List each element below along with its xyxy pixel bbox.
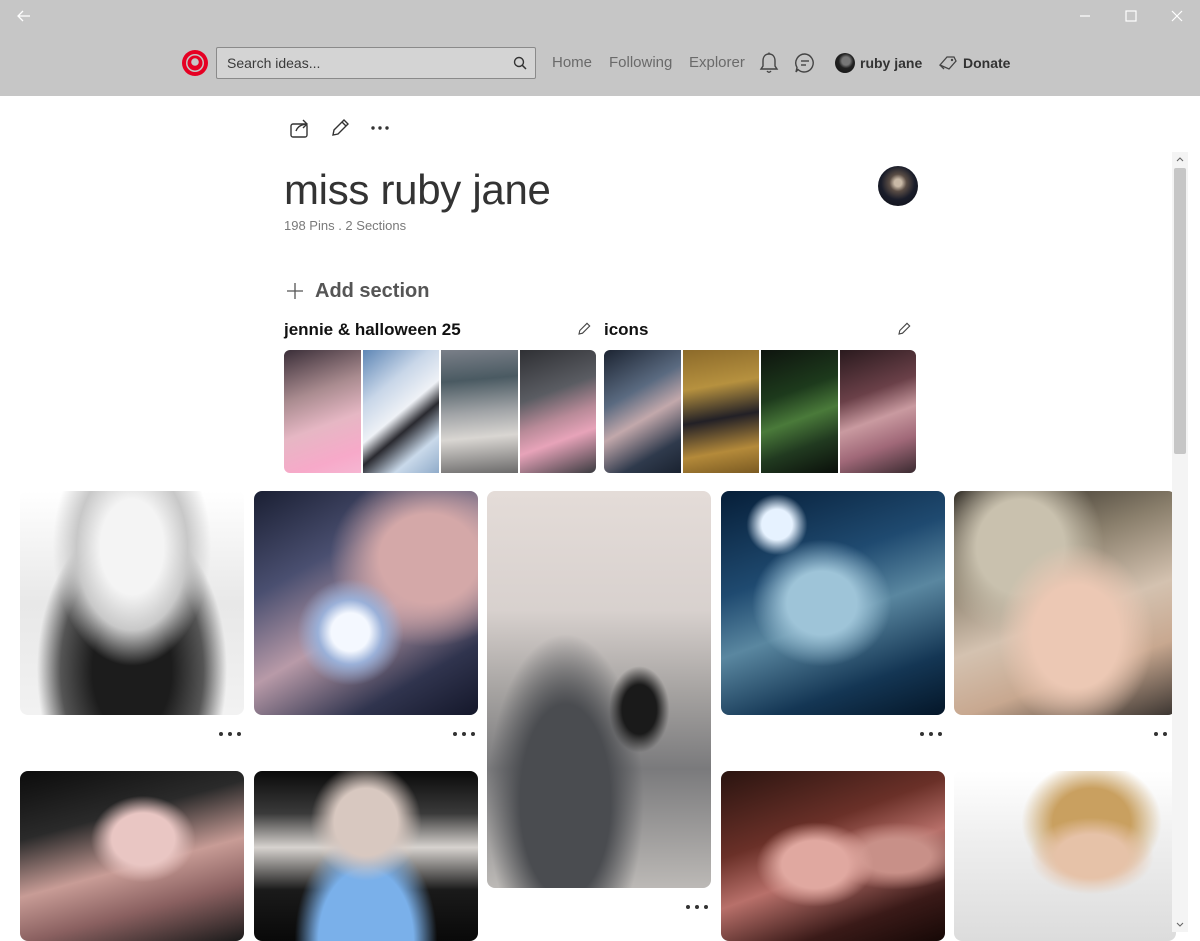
scrollbar-thumb[interactable]: [1174, 168, 1186, 454]
nav-home[interactable]: Home: [552, 54, 592, 71]
board-owner-avatar[interactable]: [878, 166, 918, 206]
pin-image[interactable]: [954, 491, 1176, 715]
edit-pencil-icon[interactable]: [576, 321, 592, 337]
pin-image[interactable]: [487, 491, 711, 888]
scroll-up-icon[interactable]: [1172, 152, 1188, 166]
pin-image[interactable]: [20, 771, 244, 941]
pin-more-icon[interactable]: [219, 729, 241, 739]
donate-icon: [938, 56, 957, 70]
vertical-scrollbar[interactable]: [1172, 152, 1188, 932]
section-thumbnail: [284, 350, 361, 473]
pin-image[interactable]: [254, 491, 478, 715]
section-thumbnails[interactable]: [604, 350, 916, 473]
board-title: miss ruby jane: [284, 166, 551, 213]
donate-label: Donate: [963, 55, 1011, 71]
pin-image[interactable]: [721, 491, 945, 715]
user-profile-button[interactable]: ruby jane: [835, 53, 922, 73]
user-name: ruby jane: [860, 55, 923, 71]
share-icon[interactable]: [289, 117, 311, 139]
pin-more-icon[interactable]: [920, 729, 942, 739]
close-icon[interactable]: [1154, 4, 1200, 28]
section-title[interactable]: jennie & halloween 25: [284, 320, 461, 340]
app-logo-icon[interactable]: [181, 49, 209, 77]
edit-pencil-icon[interactable]: [896, 321, 912, 337]
search-icon[interactable]: [513, 56, 527, 70]
pin-more-icon[interactable]: [453, 729, 475, 739]
pin-image[interactable]: [254, 771, 478, 941]
section-thumbnail: [839, 350, 916, 473]
pin-image[interactable]: [20, 491, 244, 715]
nav-explorer[interactable]: Explorer: [689, 54, 745, 71]
nav-following[interactable]: Following: [609, 54, 672, 71]
section-thumbnail: [682, 350, 759, 473]
more-options-icon[interactable]: [369, 117, 391, 139]
avatar: [835, 53, 855, 73]
pin-more-icon[interactable]: [686, 902, 708, 912]
search-box: [216, 47, 536, 79]
section-thumbnails[interactable]: [284, 350, 596, 473]
chat-icon[interactable]: [793, 51, 817, 75]
section-thumbnail: [441, 350, 518, 473]
section-thumbnail: [604, 350, 681, 473]
plus-icon: [287, 283, 303, 299]
pin-image[interactable]: [954, 771, 1176, 941]
pin-image[interactable]: [721, 771, 945, 941]
maximize-icon[interactable]: [1108, 4, 1154, 28]
add-section-button[interactable]: Add section: [285, 278, 429, 304]
section-thumbnail: [362, 350, 439, 473]
search-input[interactable]: [217, 48, 507, 78]
edit-pencil-icon[interactable]: [329, 117, 351, 139]
back-arrow-icon[interactable]: [12, 6, 36, 26]
section-thumbnail: [519, 350, 596, 473]
board-stats: 198 Pins . 2 Sections: [284, 218, 407, 233]
scroll-down-icon[interactable]: [1172, 918, 1188, 932]
section-thumbnail: [761, 350, 838, 473]
add-section-label: Add section: [315, 279, 430, 302]
section-title[interactable]: icons: [604, 320, 648, 340]
bell-icon[interactable]: [758, 51, 780, 75]
top-bar: Home Following Explorer ruby jane Donate: [0, 0, 1200, 96]
donate-button[interactable]: Donate: [938, 53, 1010, 73]
minimize-icon[interactable]: [1062, 4, 1108, 28]
